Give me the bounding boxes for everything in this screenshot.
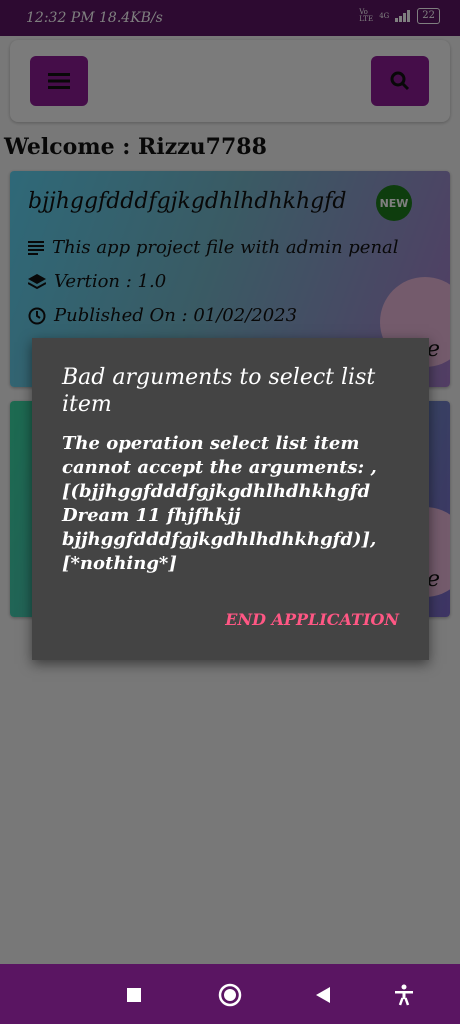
dialog-title: Bad arguments to select list item <box>62 365 376 417</box>
triangle-back-icon <box>316 987 330 1003</box>
square-recents-icon <box>127 988 141 1002</box>
end-application-button[interactable]: END APPLICATION <box>225 610 399 629</box>
accessibility-button[interactable] <box>391 982 417 1008</box>
back-button[interactable] <box>310 982 336 1008</box>
circle-home-icon <box>218 983 242 1007</box>
error-dialog: Bad arguments to select list item The op… <box>32 338 429 660</box>
dialog-message: The operation select list item cannot ac… <box>62 433 377 574</box>
recents-button[interactable] <box>121 982 147 1008</box>
accessibility-icon <box>395 984 413 1006</box>
system-nav-bar <box>0 964 460 1024</box>
home-button[interactable] <box>217 982 243 1008</box>
